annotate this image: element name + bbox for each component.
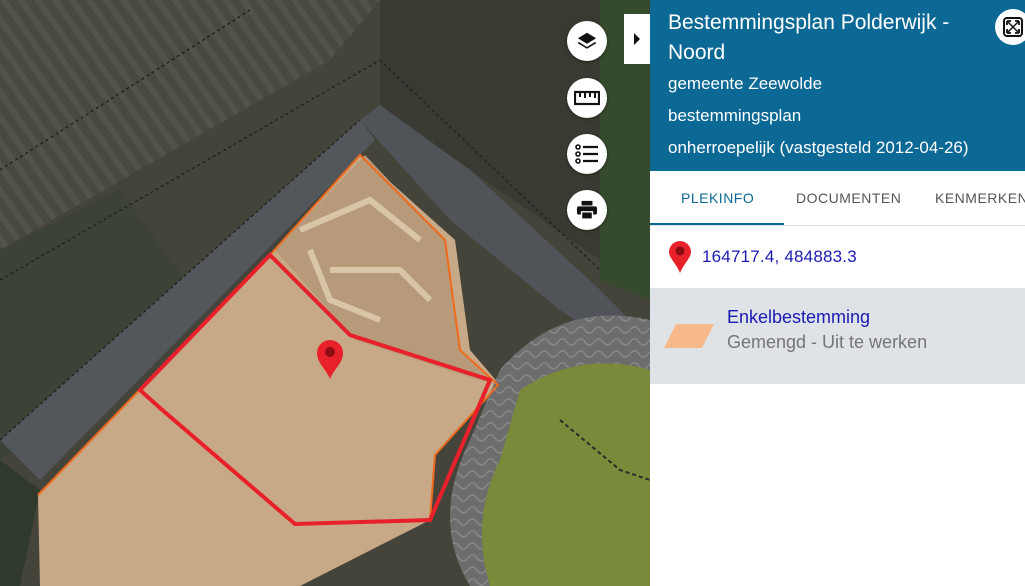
result-item-enkelbestemming[interactable]: Enkelbestemming Gemengd - Uit te werken — [650, 288, 1025, 384]
map-pin-icon — [669, 241, 691, 273]
measure-button[interactable] — [567, 78, 607, 118]
plan-title: Bestemmingsplan Polderwijk - Noord — [668, 11, 950, 64]
legend-button[interactable] — [567, 134, 607, 174]
plan-status: onherroepelijk (vastgesteld 2012-04-26) — [668, 138, 969, 157]
panel-header: Bestemmingsplan Polderwijk - Noord gemee… — [650, 0, 1025, 171]
aerial-map[interactable] — [0, 0, 650, 586]
print-button[interactable] — [567, 190, 607, 230]
legend-list-icon — [575, 144, 598, 164]
expand-icon — [1003, 17, 1023, 37]
tab-documenten[interactable]: DOCUMENTEN — [796, 171, 901, 225]
coordinates: 164717.4, 484883.3 — [702, 247, 857, 266]
print-icon — [577, 200, 597, 220]
location-row: 164717.4, 484883.3 — [650, 226, 1025, 288]
info-panel: Bestemmingsplan Polderwijk - Noord gemee… — [650, 0, 1025, 586]
tab-kenmerken[interactable]: KENMERKEN — [935, 171, 1025, 225]
map-view[interactable] — [0, 0, 650, 586]
municipality: gemeente Zeewolde — [668, 74, 823, 93]
layers-button[interactable] — [567, 21, 607, 61]
bestemming-swatch-icon — [664, 324, 714, 348]
chevron-right-icon — [634, 33, 640, 45]
tab-plekinfo[interactable]: PLEKINFO — [681, 171, 754, 225]
layers-icon — [577, 32, 597, 49]
tab-bar: PLEKINFO DOCUMENTEN KENMERKEN — [650, 171, 1025, 226]
active-tab-indicator — [650, 223, 784, 225]
collapse-panel-button[interactable] — [624, 14, 650, 64]
fullscreen-button[interactable] — [995, 9, 1025, 45]
result-title[interactable]: Enkelbestemming — [727, 307, 870, 328]
result-subtitle: Gemengd - Uit te werken — [727, 332, 928, 352]
plan-type: bestemmingsplan — [668, 106, 802, 125]
ruler-icon — [574, 90, 600, 106]
